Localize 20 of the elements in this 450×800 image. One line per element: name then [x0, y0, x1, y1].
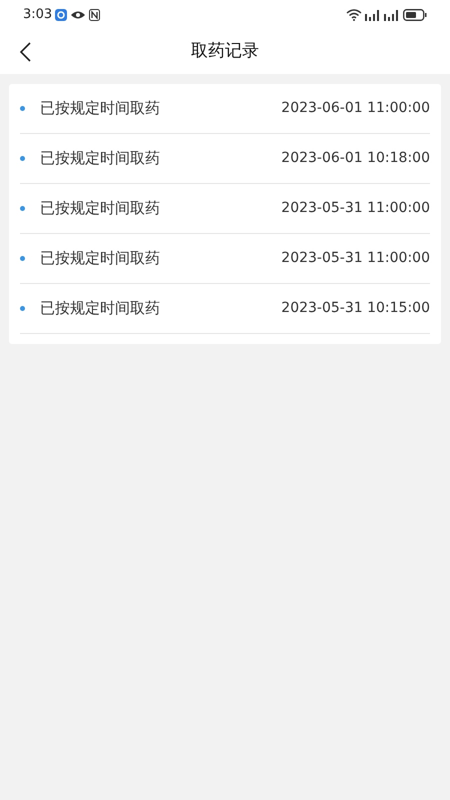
record-label: 已按规定时间取药	[40, 148, 160, 170]
wifi-icon	[346, 9, 362, 21]
record-label: 已按规定时间取药	[40, 298, 160, 320]
signal-icon	[365, 9, 381, 21]
nfc-icon	[89, 9, 100, 21]
page-title: 取药记录	[191, 40, 259, 64]
eye-icon	[70, 10, 86, 20]
record-time: 2023-05-31 11:00:00	[281, 199, 430, 218]
battery-icon	[403, 9, 427, 21]
record-time: 2023-06-01 11:00:00	[281, 99, 430, 118]
record-label: 已按规定时间取药	[40, 248, 160, 270]
record-time: 2023-06-01 10:18:00	[281, 149, 430, 168]
record-label: 已按规定时间取药	[40, 198, 160, 220]
signal-icon	[384, 9, 400, 21]
record-time: 2023-05-31 10:15:00	[281, 299, 430, 318]
record-label: 已按规定时间取药	[40, 98, 160, 120]
app-notification-icon	[55, 9, 68, 21]
status-time: 3:03	[23, 6, 52, 24]
back-icon	[19, 42, 31, 62]
record-time: 2023-05-31 11:00:00	[281, 249, 430, 268]
